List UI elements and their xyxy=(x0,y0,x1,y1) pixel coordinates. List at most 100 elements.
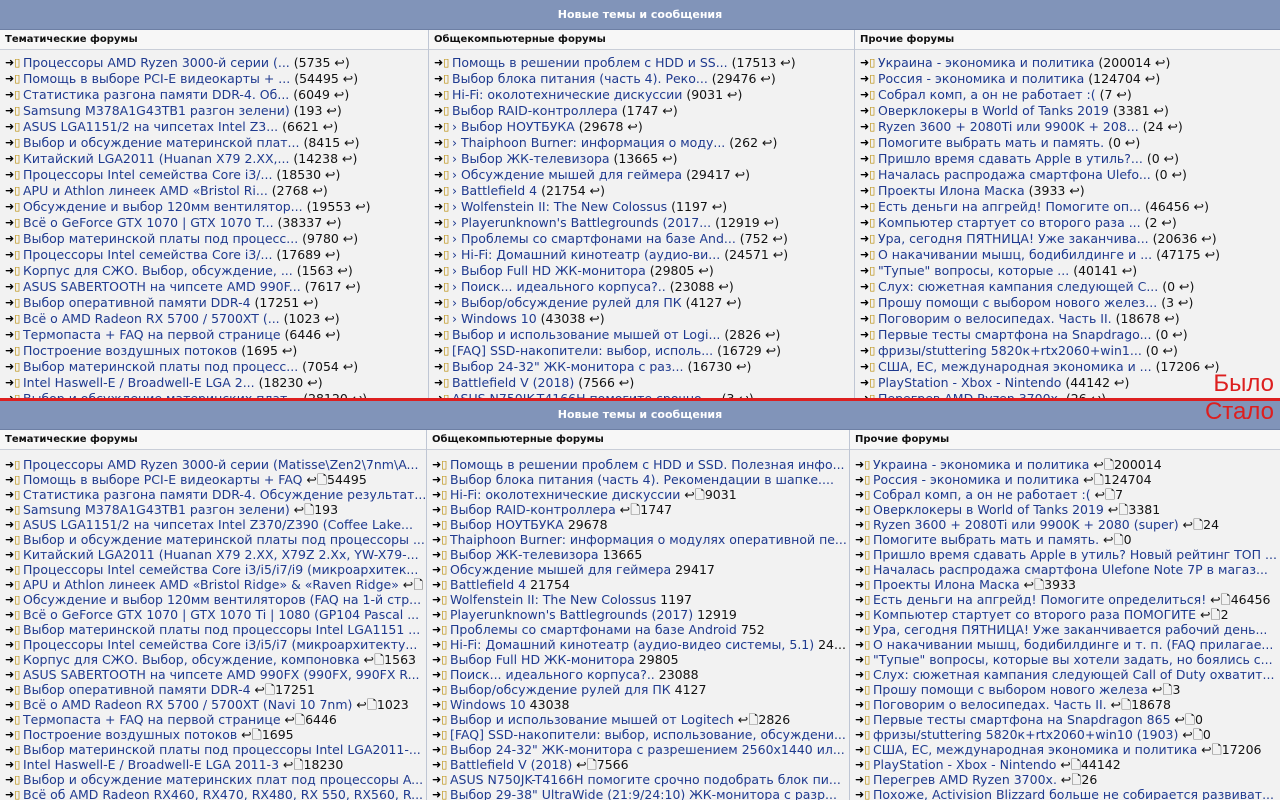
topic-link[interactable]: фризы/stuttering 5820к+rtx2060+win1... xyxy=(878,343,1142,358)
topic-link[interactable]: Обсуждение и выбор 120мм вентилятор... xyxy=(23,199,303,214)
arrow-doc-icon[interactable]: ➜▯ xyxy=(855,682,873,697)
topic-link[interactable]: Ryzen 3600 + 2080Ti или 9900K + 208... xyxy=(878,119,1139,134)
arrow-doc-icon[interactable]: ➜▯ xyxy=(5,151,23,167)
arrow-doc-icon[interactable]: ➜▯ xyxy=(432,772,450,787)
arrow-doc-icon[interactable]: ➜▯ xyxy=(432,637,450,652)
arrow-doc-icon[interactable]: ➜▯ xyxy=(432,562,450,577)
topic-link[interactable]: Помогите выбрать мать и память. xyxy=(873,532,1099,547)
topic-link[interactable]: › Wolfenstein II: The New Colossus xyxy=(452,199,667,214)
topic-link[interactable]: › Windows 10 xyxy=(452,311,537,326)
arrow-doc-icon[interactable]: ➜▯ xyxy=(855,532,873,547)
topic-link[interactable]: Выбор 24-32" ЖК-монитора с раз... xyxy=(452,359,683,374)
topic-link[interactable]: Wolfenstein II: The New Colossus xyxy=(450,592,656,607)
topic-link[interactable]: Ура, сегодня ПЯТНИЦА! Уже заканчивается … xyxy=(873,622,1267,637)
arrow-doc-icon[interactable]: ➜▯ xyxy=(432,472,450,487)
arrow-doc-icon[interactable]: ➜▯ xyxy=(432,457,450,472)
arrow-doc-icon[interactable]: ➜▯ xyxy=(434,359,452,375)
arrow-doc-icon[interactable]: ➜▯ xyxy=(432,577,450,592)
topic-link[interactable]: Обсуждение мышей для геймера xyxy=(450,562,671,577)
topic-link[interactable]: Прошу помощи с выбором нового железа xyxy=(873,682,1148,697)
arrow-doc-icon[interactable]: ➜▯ xyxy=(434,87,452,103)
topic-link[interactable]: Помощь в решении проблем с HDD и SS... xyxy=(452,55,728,70)
topic-link[interactable]: Поговорим о велосипедах. Часть II. xyxy=(873,697,1107,712)
topic-link[interactable]: Поиск... идеального корпуса?.. xyxy=(450,667,655,682)
topic-link[interactable]: › Playerunknown's Battlegrounds (2017... xyxy=(452,215,711,230)
topic-link[interactable]: Процессоры AMD Ryzen 3000-й серии (Matis… xyxy=(23,457,418,472)
topic-link[interactable]: Компьютер стартует со второго раза ПОМОГ… xyxy=(873,607,1196,622)
topic-link[interactable]: APU и Athlon линеек AMD «Bristol Ri... xyxy=(23,183,268,198)
topic-link[interactable]: Помогите выбрать мать и память. xyxy=(878,135,1104,150)
topic-link[interactable]: Первые тесты смартфона на Snapdrago... xyxy=(878,327,1152,342)
topic-link[interactable]: Термопаста + FAQ на первой странице xyxy=(23,327,281,342)
topic-link[interactable]: ASUS SABERTOOTH на чипсете AMD 990FX (99… xyxy=(23,667,420,682)
topic-link[interactable]: Выбор и обсуждение материнской плат... xyxy=(23,135,299,150)
arrow-doc-icon[interactable]: ➜▯ xyxy=(5,727,23,742)
topic-link[interactable]: Построение воздушных потоков xyxy=(23,343,237,358)
topic-link[interactable]: Выбор 29-38" UltraWide (21:9/24:10) ЖК-м… xyxy=(450,787,837,800)
arrow-doc-icon[interactable]: ➜▯ xyxy=(860,375,878,391)
topic-link[interactable]: Процессоры Intel семейства Core i3/... xyxy=(23,167,272,182)
arrow-doc-icon[interactable]: ➜▯ xyxy=(860,199,878,215)
topic-link[interactable]: Samsung M378A1G43TB1 разгон зелени) xyxy=(23,103,290,118)
topic-link[interactable]: Выбор и использование мышей от Logitech xyxy=(450,712,734,727)
arrow-doc-icon[interactable]: ➜▯ xyxy=(432,682,450,697)
arrow-doc-icon[interactable]: ➜▯ xyxy=(860,231,878,247)
arrow-doc-icon[interactable]: ➜▯ xyxy=(5,71,23,87)
topic-link[interactable]: Корпус для СЖО. Выбор, обсуждение, компо… xyxy=(23,652,360,667)
topic-link[interactable]: Выбор материнской платы под процесс... xyxy=(23,231,298,246)
topic-link[interactable]: Выбор оперативной памяти DDR-4 xyxy=(23,682,251,697)
topic-link[interactable]: Всё о AMD Radeon RX 5700 / 5700XT (Navi … xyxy=(23,697,352,712)
arrow-doc-icon[interactable]: ➜▯ xyxy=(5,295,23,311)
arrow-doc-icon[interactable]: ➜▯ xyxy=(855,637,873,652)
arrow-doc-icon[interactable]: ➜▯ xyxy=(432,742,450,757)
topic-link[interactable]: › Поиск... идеального корпуса?.. xyxy=(452,279,666,294)
topic-link[interactable]: Похоже, Activision Blizzard больше не со… xyxy=(873,787,1274,800)
arrow-doc-icon[interactable]: ➜▯ xyxy=(5,215,23,231)
topic-link[interactable]: Выбор блока питания (часть 4). Реко... xyxy=(452,71,708,86)
topic-link[interactable]: Процессоры Intel семейства Core i3/i5/i7… xyxy=(23,637,417,652)
topic-link[interactable]: Выбор 24-32" ЖК-монитора с разрешением 2… xyxy=(450,742,845,757)
arrow-doc-icon[interactable]: ➜▯ xyxy=(5,712,23,727)
topic-link[interactable]: Китайский LGA2011 (Huanan X79 2.XX, X79Z… xyxy=(23,547,419,562)
topic-link[interactable]: Выбор и использование мышей от Logi... xyxy=(452,327,720,342)
topic-link[interactable]: США, ЕС, международная экономика и ... xyxy=(878,359,1152,374)
arrow-doc-icon[interactable]: ➜▯ xyxy=(434,295,452,311)
topic-link[interactable]: ASUS N750JK-T4166H помогите срочно подоб… xyxy=(450,772,841,787)
topic-link[interactable]: Процессоры Intel семейства Core i3/i5/i7… xyxy=(23,562,418,577)
topic-link[interactable]: Thaiphoon Burner: информация о модулях о… xyxy=(450,532,847,547)
topic-link[interactable]: Украина - экономика и политика xyxy=(878,55,1094,70)
arrow-doc-icon[interactable]: ➜▯ xyxy=(432,757,450,772)
arrow-doc-icon[interactable]: ➜▯ xyxy=(434,231,452,247)
topic-link[interactable]: Помощь в выборе PCI-E видеокарты + FAQ xyxy=(23,472,303,487)
arrow-doc-icon[interactable]: ➜▯ xyxy=(432,712,450,727)
arrow-doc-icon[interactable]: ➜▯ xyxy=(855,517,873,532)
topic-link[interactable]: Собрал комп, а он не работает :( xyxy=(878,87,1096,102)
arrow-doc-icon[interactable]: ➜▯ xyxy=(855,712,873,727)
arrow-doc-icon[interactable]: ➜▯ xyxy=(5,487,23,502)
topic-link[interactable]: Помощь в выборе PCI-E видеокарты + ... xyxy=(23,71,290,86)
topic-link[interactable]: Всё об AMD Radeon RX460, RX470, RX480, R… xyxy=(23,787,423,800)
arrow-doc-icon[interactable]: ➜▯ xyxy=(855,457,873,472)
arrow-doc-icon[interactable]: ➜▯ xyxy=(434,71,452,87)
topic-link[interactable]: › Выбор ЖК-телевизора xyxy=(452,151,610,166)
topic-link[interactable]: Проекты Илона Маска xyxy=(878,183,1025,198)
topic-link[interactable]: Всё о GeForce GTX 1070 | GTX 1070 Ti | 1… xyxy=(23,607,419,622)
topic-link[interactable]: Процессоры AMD Ryzen 3000-й серии (... xyxy=(23,55,290,70)
arrow-doc-icon[interactable]: ➜▯ xyxy=(5,375,23,391)
topic-link[interactable]: Помощь в решении проблем с HDD и SSD. По… xyxy=(450,457,845,472)
topic-link[interactable]: Собрал комп, а он не работает :( xyxy=(873,487,1091,502)
topic-link[interactable]: › Hi-Fi: Домашний кинотеатр (аудио-ви... xyxy=(452,247,720,262)
arrow-doc-icon[interactable]: ➜▯ xyxy=(5,167,23,183)
topic-link[interactable]: Battlefield V (2018) xyxy=(450,757,572,772)
topic-link[interactable]: › Выбор/обсуждение рулей для ПК xyxy=(452,295,682,310)
arrow-doc-icon[interactable]: ➜▯ xyxy=(5,263,23,279)
topic-link[interactable]: Компьютер стартует со второго раза ... xyxy=(878,215,1141,230)
topic-link[interactable]: [FAQ] SSD-накопители: выбор, использован… xyxy=(450,727,846,742)
arrow-doc-icon[interactable]: ➜▯ xyxy=(5,787,23,800)
arrow-doc-icon[interactable]: ➜▯ xyxy=(860,215,878,231)
topic-link[interactable]: [FAQ] SSD-накопители: выбор, исполь... xyxy=(452,343,713,358)
topic-link[interactable]: Проекты Илона Маска xyxy=(873,577,1020,592)
arrow-doc-icon[interactable]: ➜▯ xyxy=(855,622,873,637)
topic-link[interactable]: Ryzen 3600 + 2080Ti или 9900K + 2080 (su… xyxy=(873,517,1179,532)
arrow-doc-icon[interactable]: ➜▯ xyxy=(860,183,878,199)
